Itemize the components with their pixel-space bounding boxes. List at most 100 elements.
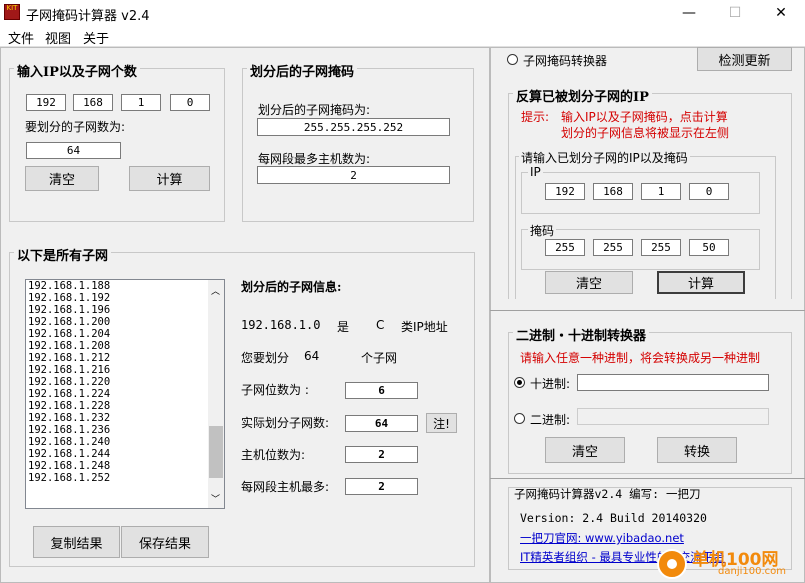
convert-button[interactable]: 转换 — [657, 437, 737, 463]
about-title: 子网掩码计算器v2.4 编写: 一把刀 — [514, 487, 701, 501]
reverse-clear-button[interactable]: 清空 — [545, 271, 633, 294]
reverse-mask-octet-2-input[interactable]: 255 — [593, 239, 633, 256]
subnet-list-item[interactable]: 192.168.1.224 — [26, 388, 208, 400]
reverse-ip-octet-2-input[interactable]: 168 — [593, 183, 633, 200]
subnet-list-item[interactable]: 192.168.1.240 — [26, 436, 208, 448]
reverse-ip-octet-1-input[interactable]: 192 — [545, 183, 585, 200]
binary-label: 二进制: — [530, 413, 571, 427]
calculate-button[interactable]: 计算 — [129, 166, 210, 191]
reverse-mask-octet-1-input[interactable]: 255 — [545, 239, 585, 256]
close-button[interactable]: ✕ — [758, 0, 804, 26]
reverse-ip-title: IP — [528, 165, 543, 179]
clear-button[interactable]: 清空 — [25, 166, 99, 191]
reverse-calculate-button[interactable]: 计算 — [657, 271, 745, 294]
subnet-count-input[interactable]: 64 — [26, 142, 121, 159]
host-bits-field: 2 — [345, 446, 418, 463]
subnet-list-item[interactable]: 192.168.1.248 — [26, 460, 208, 472]
ip-mask-input-group-title: 请输入已划分子网的IP以及掩码 — [519, 149, 690, 166]
subnet-list-item[interactable]: 192.168.1.236 — [26, 424, 208, 436]
scroll-up-icon[interactable]: ︿ — [211, 284, 220, 297]
subnet-bits-label: 子网位数为 : — [241, 383, 309, 397]
save-result-button[interactable]: 保存结果 — [121, 526, 209, 558]
minimize-icon: — — [682, 5, 696, 21]
subnet-list-item[interactable]: 192.168.1.208 — [26, 340, 208, 352]
window-title: 子网掩码计算器 v2.4 — [26, 9, 150, 24]
hint-line-2: 划分的子网信息将被显示在左侧 — [561, 126, 730, 140]
subnet-list[interactable]: 192.168.1.188 192.168.1.192 192.168.1.196 1… — [25, 279, 225, 509]
ip-octet-3-input[interactable]: 1 — [121, 94, 161, 111]
mask-result-field: 255.255.255.252 — [257, 118, 450, 136]
mask-group — [242, 68, 474, 222]
mask-result-label: 划分后的子网掩码为: — [258, 103, 371, 117]
subnet-list-item[interactable]: 192.168.1.232 — [26, 412, 208, 424]
subnet-list-item[interactable]: 192.168.1.200 — [26, 316, 208, 328]
host-bits-label: 主机位数为: — [241, 448, 306, 462]
binary-input[interactable] — [577, 408, 769, 425]
ip-octet-1-input[interactable]: 192 — [26, 94, 66, 111]
actual-subnets-label: 实际划分子网数: — [241, 416, 330, 430]
hint-prefix: 提示: — [521, 110, 550, 124]
subnet-list-item[interactable]: 192.168.1.228 — [26, 400, 208, 412]
reverse-group-title: 反算已被划分子网的IP — [513, 86, 652, 105]
app-icon: KIT — [4, 4, 20, 20]
decimal-label: 十进制: — [530, 377, 571, 391]
watermark-logo-icon — [657, 549, 687, 579]
max-hosts-field: 2 — [257, 166, 450, 184]
reverse-ip-octet-4-input[interactable]: 0 — [689, 183, 729, 200]
ip-octet-4-input[interactable]: 0 — [170, 94, 210, 111]
copy-result-button[interactable]: 复制结果 — [33, 526, 120, 558]
max-hosts-per-net-field: 2 — [345, 478, 418, 495]
note-button[interactable]: 注! — [426, 413, 457, 433]
scroll-down-icon[interactable]: ﹀ — [211, 492, 220, 505]
base-converter-hint: 请输入任意一种进制，将会转换成另一种进制 — [520, 351, 761, 365]
menu-file[interactable]: 文件 — [8, 28, 34, 47]
subnet-list-item[interactable]: 192.168.1.244 — [26, 448, 208, 460]
subnet-list-item[interactable]: 192.168.1.220 — [26, 376, 208, 388]
decimal-input[interactable] — [577, 374, 769, 391]
binary-radio[interactable] — [514, 413, 525, 424]
watermark-url: danji100.com — [718, 566, 786, 577]
subnet-list-item[interactable]: 192.168.1.196 — [26, 304, 208, 316]
list-scrollbar[interactable]: ︿ ﹀ — [208, 280, 224, 508]
hint-line-1: 输入IP以及子网掩码，点击计算 — [561, 110, 728, 124]
input-group-title: 输入IP以及子网个数 — [14, 61, 140, 80]
decimal-radio[interactable] — [514, 377, 525, 388]
max-hosts-per-net-label: 每网段主机最多: — [241, 480, 330, 494]
menu-view[interactable]: 视图 — [45, 28, 71, 47]
mask-group-title: 划分后的子网掩码 — [247, 61, 358, 80]
about-site-link[interactable]: 一把刀官网: www.yibadao.net — [520, 530, 684, 546]
subnet-list-item[interactable]: 192.168.1.212 — [26, 352, 208, 364]
scrollbar-thumb[interactable] — [209, 425, 223, 478]
base-converter-title: 二进制・十进制转换器 — [513, 325, 650, 344]
subnet-list-item[interactable]: 192.168.1.188 — [26, 280, 208, 292]
divide-suffix-text: 个子网 — [361, 351, 398, 365]
minimize-button[interactable]: — — [666, 0, 712, 26]
maximize-button[interactable]: ☐ — [712, 0, 758, 26]
subnet-list-rows: 192.168.1.188 192.168.1.192 192.168.1.196 1… — [26, 280, 208, 484]
base-clear-button[interactable]: 清空 — [545, 437, 625, 463]
subnets-group-title: 以下是所有子网 — [14, 245, 112, 264]
divide-prefix-text: 您要划分 — [241, 351, 290, 365]
ip-octet-2-input[interactable]: 168 — [73, 94, 113, 111]
actual-subnets-field: 64 — [345, 415, 418, 432]
menu-about[interactable]: 关于 — [83, 28, 109, 47]
max-hosts-label: 每网段最多主机数为: — [258, 152, 371, 166]
mask-converter-label: 子网掩码转换器 — [523, 54, 608, 68]
subnet-bits-field: 6 — [345, 382, 418, 399]
reverse-ip-octet-3-input[interactable]: 1 — [641, 183, 681, 200]
subnet-list-item[interactable]: 192.168.1.192 — [26, 292, 208, 304]
class-is-text: 是 — [337, 320, 350, 334]
class-ip-text: 192.168.1.0 — [241, 318, 321, 332]
maximize-icon: ☐ — [728, 5, 742, 21]
separator-1 — [490, 310, 805, 311]
check-update-button[interactable]: 检测更新 — [697, 47, 792, 71]
subnet-list-item[interactable]: 192.168.1.252 — [26, 472, 208, 484]
subnet-count-label: 要划分的子网数为: — [25, 120, 126, 134]
subnet-list-item[interactable]: 192.168.1.216 — [26, 364, 208, 376]
reverse-mask-octet-3-input[interactable]: 255 — [641, 239, 681, 256]
mask-converter-radio[interactable] — [507, 54, 518, 65]
close-icon: ✕ — [775, 5, 787, 21]
reverse-mask-octet-4-input[interactable]: 50 — [689, 239, 729, 256]
subnet-list-item[interactable]: 192.168.1.204 — [26, 328, 208, 340]
divide-count-text: 64 — [304, 349, 320, 363]
